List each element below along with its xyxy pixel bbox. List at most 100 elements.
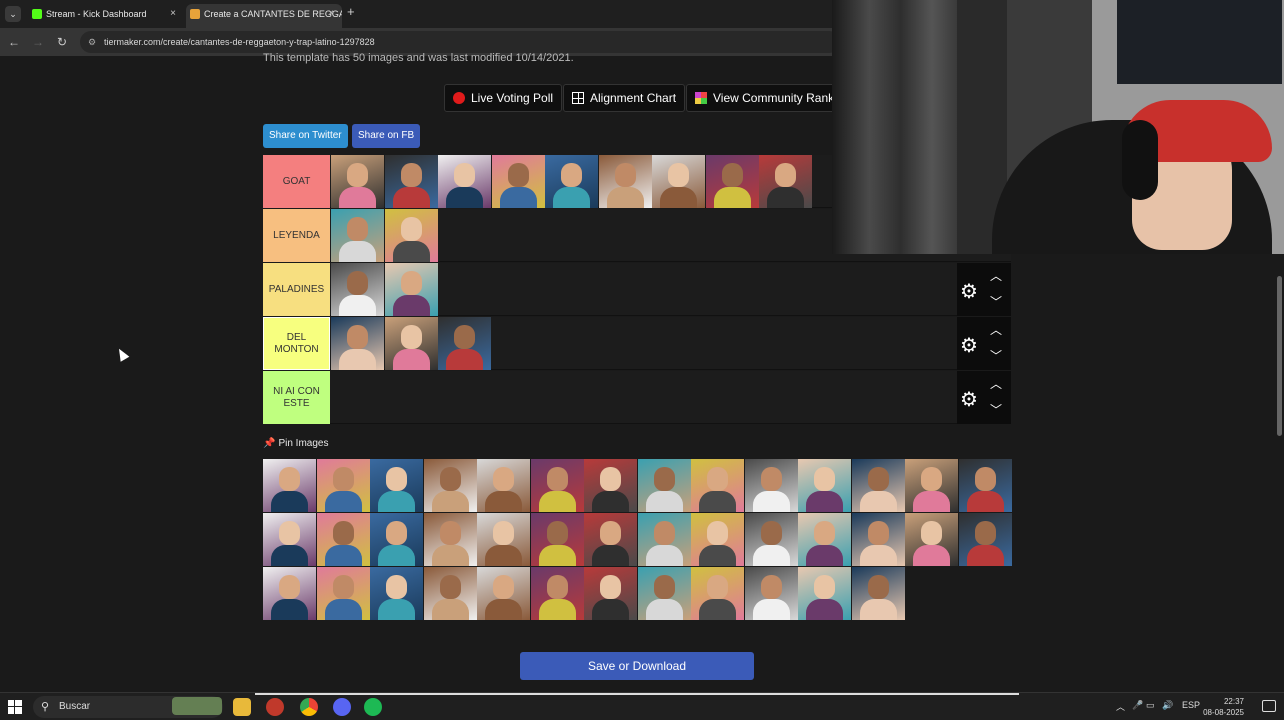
volume-icon[interactable]: 🔊 xyxy=(1162,700,1173,711)
reload-icon[interactable]: ↻ xyxy=(54,34,70,50)
chrome-icon[interactable] xyxy=(300,698,318,716)
artist-image[interactable] xyxy=(384,209,438,262)
artist-image[interactable] xyxy=(331,209,384,262)
discord-icon[interactable] xyxy=(333,698,351,716)
forward-icon[interactable]: → xyxy=(30,34,46,50)
chevron-up-icon[interactable]: ︿ xyxy=(990,375,1002,392)
notification-icon[interactable] xyxy=(1262,700,1276,712)
artist-image[interactable] xyxy=(331,263,384,316)
artist-image[interactable] xyxy=(263,459,316,512)
artist-image[interactable] xyxy=(477,513,530,566)
chevron-down-icon[interactable]: ﹀ xyxy=(990,401,1002,418)
chevron-up-icon[interactable]: ︿ xyxy=(990,321,1002,338)
artist-image[interactable] xyxy=(652,155,705,208)
live-voting-poll-button[interactable]: Live Voting Poll xyxy=(444,84,563,112)
view-community-rank-button[interactable]: View Community Rank xyxy=(686,84,844,112)
artist-image[interactable] xyxy=(905,513,958,566)
clock[interactable]: 22:37 08-08-2025 xyxy=(1203,696,1244,718)
artist-image[interactable] xyxy=(545,155,598,208)
artist-image[interactable] xyxy=(705,155,759,208)
chevron-up-icon[interactable]: ︿ xyxy=(990,267,1002,284)
back-icon[interactable]: ← xyxy=(6,34,22,50)
file-explorer-icon[interactable] xyxy=(233,698,251,716)
artist-image[interactable] xyxy=(370,513,423,566)
artist-image[interactable] xyxy=(263,513,316,566)
artist-image[interactable] xyxy=(584,459,637,512)
artist-image[interactable] xyxy=(530,459,584,512)
artist-image[interactable] xyxy=(584,567,637,620)
artist-image[interactable] xyxy=(477,567,530,620)
artist-image[interactable] xyxy=(438,317,491,370)
new-tab-button[interactable]: + xyxy=(347,4,355,19)
tier-label[interactable]: DEL MONTON xyxy=(263,317,330,370)
artist-image[interactable] xyxy=(384,263,438,316)
network-icon[interactable]: ▭ xyxy=(1146,700,1155,711)
app-icon[interactable] xyxy=(266,698,284,716)
artist-image[interactable] xyxy=(598,155,652,208)
artist-image[interactable] xyxy=(423,459,477,512)
artist-image[interactable] xyxy=(370,567,423,620)
artist-image[interactable] xyxy=(637,513,691,566)
artist-image[interactable] xyxy=(331,155,384,208)
artist-image[interactable] xyxy=(958,513,1012,566)
artist-image[interactable] xyxy=(384,155,438,208)
artist-image[interactable] xyxy=(491,155,545,208)
artist-image[interactable] xyxy=(438,155,491,208)
artist-image[interactable] xyxy=(384,317,438,370)
artist-image[interactable] xyxy=(851,513,905,566)
gear-icon[interactable]: ⚙ xyxy=(960,387,978,412)
tray-chevron-up-icon[interactable]: ︿ xyxy=(1116,700,1125,713)
artist-image[interactable] xyxy=(370,459,423,512)
chevron-down-icon[interactable]: ﹀ xyxy=(990,293,1002,310)
artist-image[interactable] xyxy=(905,459,958,512)
address-bar[interactable]: ⚙ tiermaker.com/create/cantantes-de-regg… xyxy=(80,31,840,53)
artist-image[interactable] xyxy=(744,567,798,620)
save-or-download-button[interactable]: Save or Download xyxy=(520,652,754,680)
tab-tiermaker[interactable]: Create a CANTANTES DE REGGAETON × xyxy=(186,4,342,28)
pin-images-toggle[interactable]: 📌 Pin Images xyxy=(263,438,328,449)
alignment-chart-button[interactable]: Alignment Chart xyxy=(563,84,686,112)
tier-label[interactable]: LEYENDA xyxy=(263,209,330,262)
artist-image[interactable] xyxy=(958,459,1012,512)
artist-image[interactable] xyxy=(263,567,316,620)
windows-start-icon[interactable] xyxy=(8,700,22,714)
artist-image[interactable] xyxy=(316,567,370,620)
artist-image[interactable] xyxy=(759,155,812,208)
tier-label[interactable]: PALADINES xyxy=(263,263,330,316)
spotify-icon[interactable] xyxy=(364,698,382,716)
artist-image[interactable] xyxy=(798,513,851,566)
artist-image[interactable] xyxy=(584,513,637,566)
artist-image[interactable] xyxy=(530,513,584,566)
tier-label[interactable]: NI AI CON ESTE xyxy=(263,371,330,424)
tier-label[interactable]: GOAT xyxy=(263,155,330,208)
microphone-icon[interactable]: 🎤 xyxy=(1132,700,1143,711)
artist-image[interactable] xyxy=(691,567,744,620)
artist-image[interactable] xyxy=(851,567,905,620)
artist-image[interactable] xyxy=(691,459,744,512)
share-fb-button[interactable]: Share on FB xyxy=(352,124,421,148)
site-info-icon[interactable]: ⚙ xyxy=(88,31,96,53)
artist-image[interactable] xyxy=(331,317,384,370)
gear-icon[interactable]: ⚙ xyxy=(960,279,978,304)
artist-image[interactable] xyxy=(316,459,370,512)
scrollbar-thumb[interactable] xyxy=(1277,276,1282,436)
chevron-down-icon[interactable]: ﹀ xyxy=(990,347,1002,364)
share-twitter-button[interactable]: Share on Twitter xyxy=(263,124,348,148)
artist-image[interactable] xyxy=(477,459,530,512)
close-icon[interactable]: × xyxy=(328,4,334,24)
tab-search-menu-button[interactable]: ⌄ xyxy=(5,6,21,22)
artist-image[interactable] xyxy=(637,567,691,620)
artist-image[interactable] xyxy=(798,459,851,512)
artist-image[interactable] xyxy=(530,567,584,620)
artist-image[interactable] xyxy=(744,459,798,512)
gear-icon[interactable]: ⚙ xyxy=(960,333,978,358)
close-icon[interactable]: × xyxy=(170,4,176,24)
tab-kick-dashboard[interactable]: Stream - Kick Dashboard × xyxy=(28,4,184,28)
artist-image[interactable] xyxy=(637,459,691,512)
artist-image[interactable] xyxy=(798,567,851,620)
artist-image[interactable] xyxy=(691,513,744,566)
artist-image[interactable] xyxy=(316,513,370,566)
language-indicator[interactable]: ESP xyxy=(1182,700,1200,710)
artist-image[interactable] xyxy=(851,459,905,512)
artist-image[interactable] xyxy=(744,513,798,566)
